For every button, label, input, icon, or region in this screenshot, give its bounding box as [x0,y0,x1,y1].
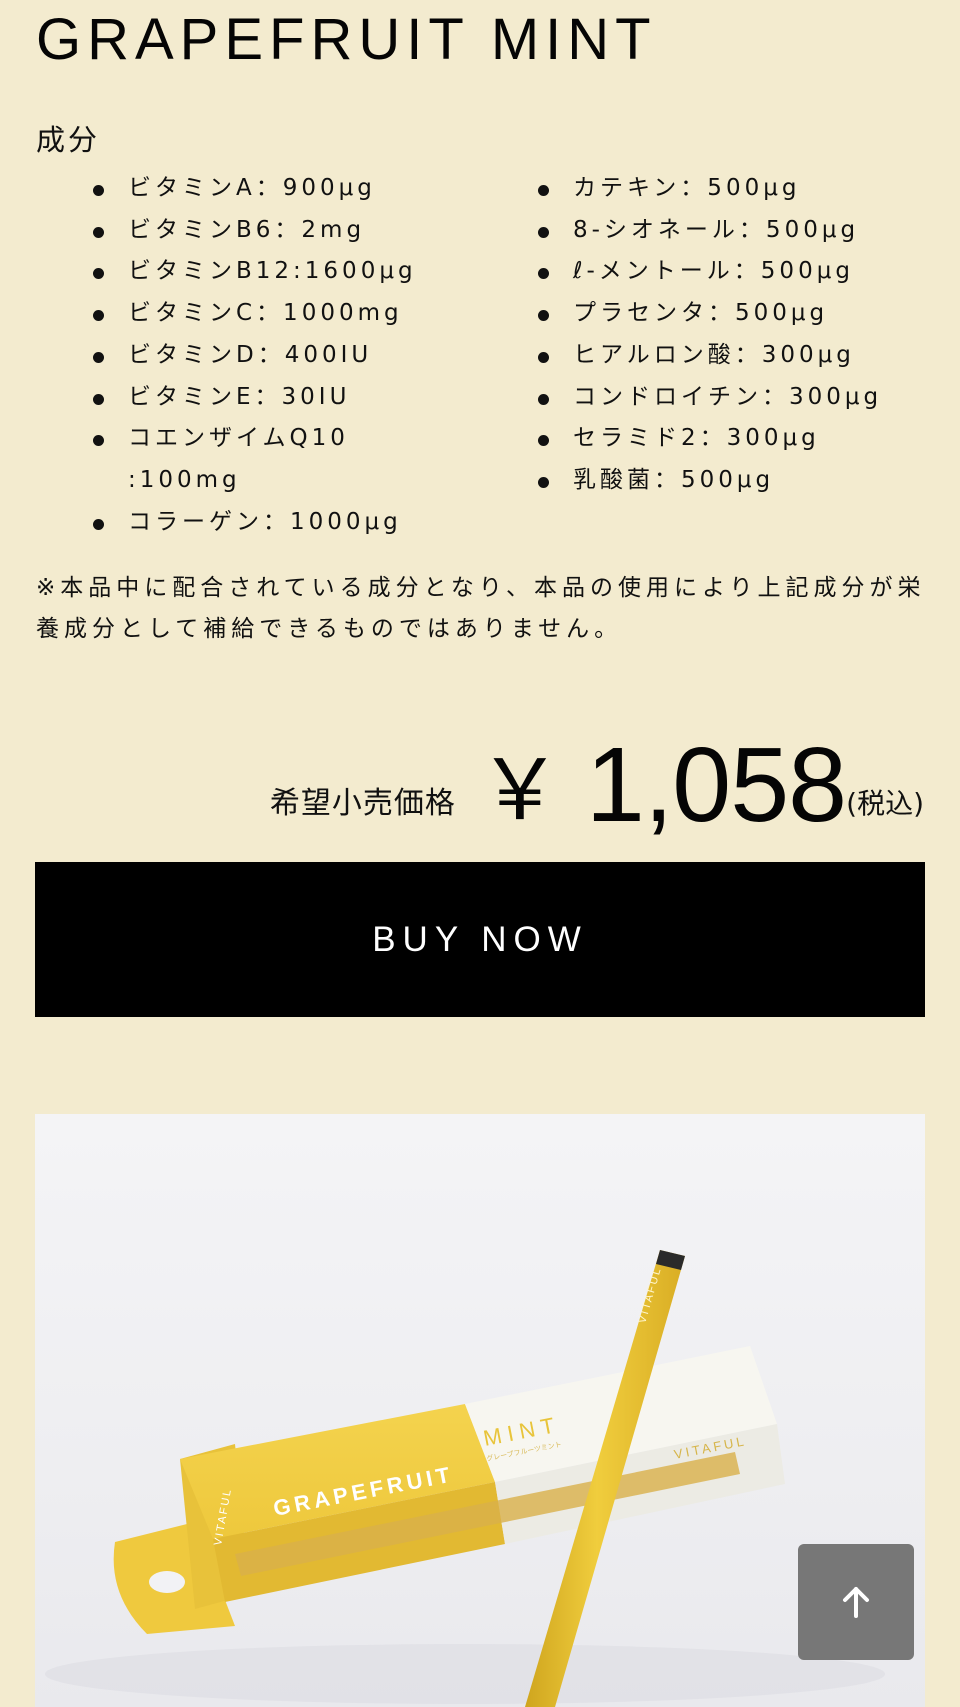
bullet-icon [93,518,104,530]
ingredients-note: ※本品中に配合されている成分となり、本品の使用により上記成分が栄養成分として補給… [36,575,926,642]
bullet-icon [538,226,549,238]
ingredient-text: 8-シオネール：500μg [573,216,860,243]
hanger-hole [149,1571,185,1593]
ingredient-item: セラミド2：300μg [535,418,955,460]
bullet-icon [538,268,549,280]
bullet-icon [93,310,104,322]
ingredient-item: コンドロイチン：300μg [535,377,955,419]
ingredient-item: ビタミンB12:1600μg [90,251,470,293]
ingredient-item: コラーゲン：1000μg [90,502,470,544]
buy-now-button[interactable]: BUY NOW [35,862,925,1017]
ingredient-text: ℓ-メントール：500μg [573,258,854,285]
ingredient-item: プラセンタ：500μg [535,293,955,335]
ingredient-text: コラーゲン：1000μg [128,508,402,535]
ingredient-text: コンドロイチン：300μg [573,383,883,410]
ingredient-text: ヒアルロン酸：300μg [573,341,855,368]
bullet-icon [538,476,549,488]
ingredient-text: ビタミンB6：2mg [128,216,366,243]
price-amount: 1,058 [585,726,847,844]
ingredient-text: ビタミンB12:1600μg [128,258,417,285]
ingredients-heading: 成分 [36,123,101,157]
ingredient-item: ヒアルロン酸：300μg [535,335,955,377]
ingredient-text: ビタミンA：900μg [128,175,376,201]
ingredient-text: ビタミンC：1000mg [128,300,403,327]
price-row: 希望小売価格 ￥ 1,058 (税込) [270,720,924,840]
ingredient-text: コエンザイムQ10 :100mg [128,425,349,493]
bullet-icon [538,185,549,196]
page-title: GRAPEFRUIT MINT [36,7,657,72]
ingredient-item: 乳酸菌：500μg [535,460,955,502]
ingredient-text: 乳酸菌：500μg [573,466,775,493]
bullet-icon [538,310,549,322]
ingredient-item: ℓ-メントール：500μg [535,251,955,293]
ingredient-item: ビタミンA：900μg [90,168,470,210]
product-photo: GRAPEFRUIT MINT グレープフルーツミント VITAFUL VITA… [35,1114,925,1707]
price-label: 希望小売価格 [269,786,456,821]
arrow-up-icon [843,1587,869,1618]
ingredient-text: ビタミンD：400IU [128,341,373,368]
ingredient-item: 8-シオネール：500μg [535,210,955,252]
ingredient-text: カテキン：500μg [573,175,801,201]
bullet-icon [93,268,104,280]
bullet-icon [93,393,104,405]
bullet-icon [93,435,104,447]
ingredient-item: カテキン：500μg [535,168,955,210]
ingredients-list-left: ビタミンA：900μg ビタミンB6：2mg ビタミンB12:1600μg ビタ… [90,168,470,543]
ingredient-item: ビタミンB6：2mg [90,210,470,252]
bullet-icon [538,351,549,363]
ingredient-item: ビタミンD：400IU [90,335,470,377]
price-currency: ￥ [477,743,562,837]
ingredient-item: コエンザイムQ10 :100mg [90,418,368,501]
back-to-top-button[interactable] [798,1544,914,1660]
ingredient-text: セラミド2：300μg [573,425,820,452]
shadow [45,1644,885,1704]
price-tax-note: (税込) [846,787,924,820]
ingredient-item: ビタミンC：1000mg [90,293,470,335]
ingredient-text: プラセンタ：500μg [573,300,829,327]
ingredient-item: ビタミンE：30IU [90,377,470,419]
ingredient-text: ビタミンE：30IU [128,383,351,410]
ingredients-list-right: カテキン：500μg 8-シオネール：500μg ℓ-メントール：500μg プ… [535,168,955,502]
bullet-icon [538,393,549,405]
bullet-icon [93,351,104,363]
bullet-icon [538,435,549,447]
product-photo-illustration: GRAPEFRUIT MINT グレープフルーツミント VITAFUL VITA… [45,1250,885,1707]
bullet-icon [93,185,104,196]
bullet-icon [93,226,104,238]
